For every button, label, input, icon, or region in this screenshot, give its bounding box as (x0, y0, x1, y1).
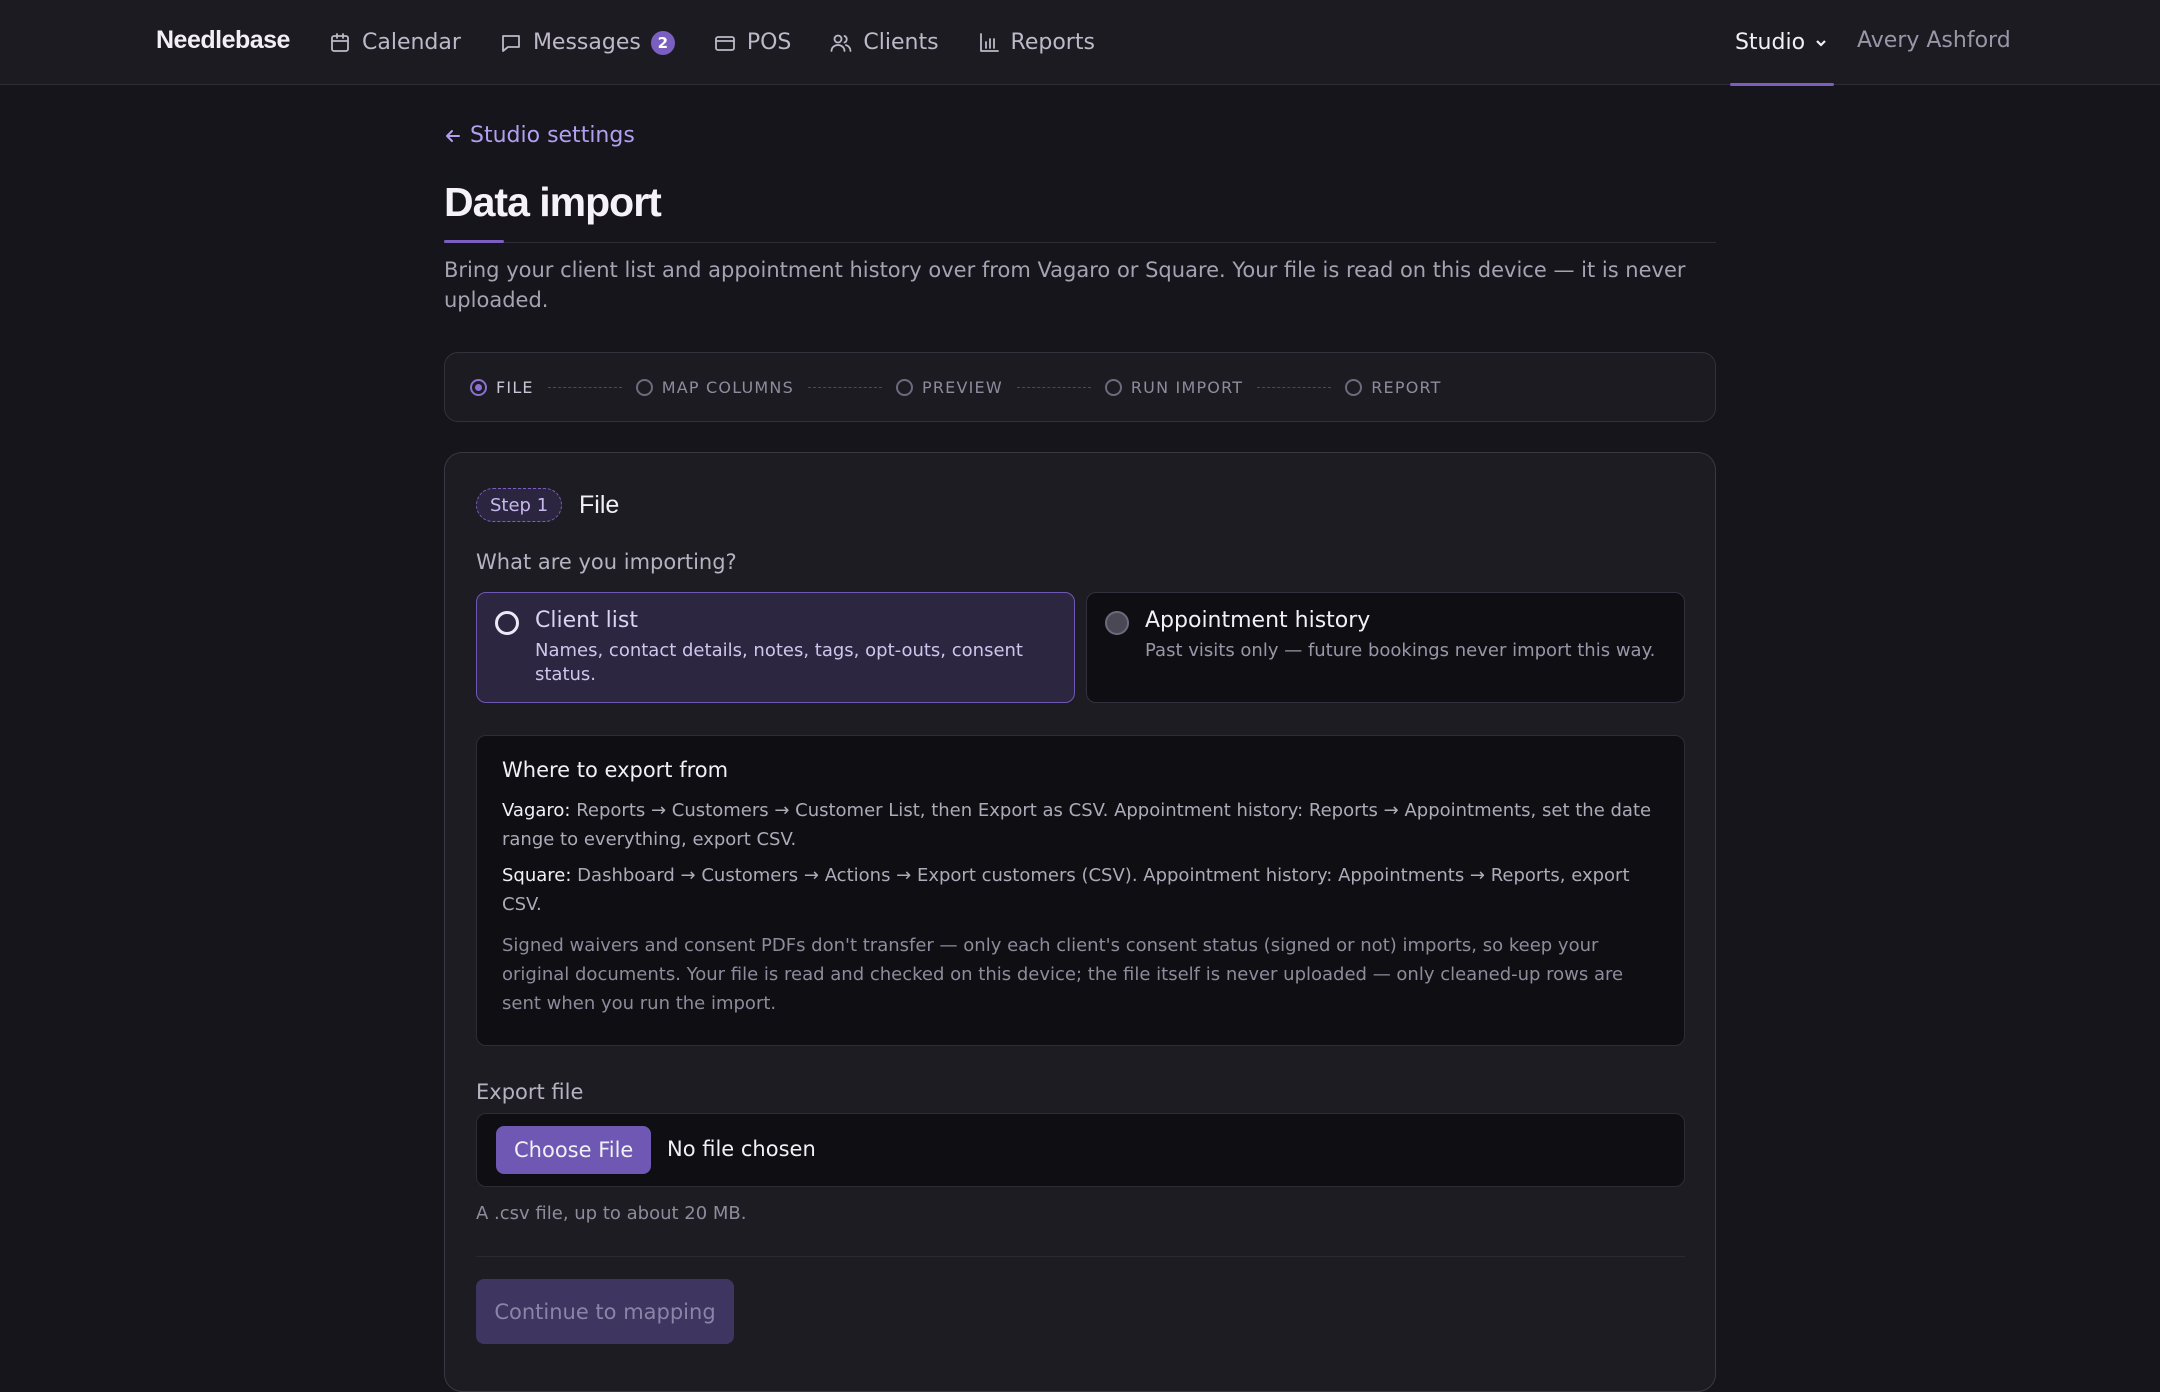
nav-pos[interactable]: POS (713, 23, 792, 63)
step-run-import: RUN IMPORT (1104, 377, 1244, 397)
option-client-list[interactable]: Client list Names, contact details, note… (476, 592, 1075, 703)
square-text: Dashboard → Customers → Actions → Export… (502, 865, 1630, 915)
nav-clients-label: Clients (863, 30, 939, 55)
nav-pos-label: POS (746, 30, 792, 55)
step-indicator (635, 378, 653, 396)
square-label: Square: (502, 865, 572, 886)
option-title: Appointment history (1145, 608, 1371, 633)
step-indicator (1104, 378, 1122, 396)
chevron-down-icon (1816, 39, 1826, 47)
nav-messages-label: Messages (532, 30, 641, 55)
studio-label: Studio (1734, 30, 1806, 55)
nav-reports[interactable]: Reports (977, 23, 1095, 63)
step-label: RUN IMPORT (1130, 377, 1244, 397)
step-separator (547, 386, 622, 388)
step-badge: Step 1 (476, 488, 563, 522)
radio-button[interactable] (495, 611, 519, 635)
nav-reports-label: Reports (1010, 30, 1095, 55)
page-description: Bring your client list and appointment h… (444, 258, 1686, 312)
nav-calendar-label: Calendar (362, 30, 461, 55)
studio-menu[interactable]: Studio (1730, 0, 1834, 86)
file-step-card: Step 1 File What are you importing? Clie… (444, 452, 1716, 1392)
step-report: REPORT (1345, 378, 1441, 397)
file-status: No file chosen (667, 1137, 816, 1161)
file-input[interactable]: Choose File No file chosen (476, 1113, 1685, 1187)
back-link-label: Studio settings (470, 123, 635, 148)
message-icon (502, 34, 520, 52)
step-label: MAP COLUMNS (661, 377, 794, 397)
title-divider (444, 242, 1716, 243)
import-type-question: What are you importing? (476, 550, 737, 574)
title-accent (444, 240, 504, 243)
users-icon (830, 34, 852, 52)
page-title: Data import (444, 179, 662, 225)
step-indicator (1345, 378, 1363, 396)
vagaro-instructions: Vagaro: Reports → Customers → Customer L… (502, 796, 1659, 854)
messages-count-badge: 2 (650, 30, 675, 55)
step-label: FILE (496, 377, 534, 397)
brand-logo[interactable]: Needlebase (156, 26, 290, 55)
step-label: REPORT (1371, 377, 1442, 397)
option-description: Past visits only — future bookings never… (1145, 640, 1656, 661)
nav-calendar[interactable]: Calendar (328, 23, 461, 63)
top-nav: Needlebase Calendar Messages 2 POS Clien… (0, 0, 2160, 86)
nav-clients[interactable]: Clients (829, 23, 939, 63)
vagaro-text: Reports → Customers → Customer List, the… (502, 800, 1652, 850)
option-description: Names, contact details, notes, tags, opt… (535, 640, 1023, 685)
user-name[interactable]: Avery Ashford (1857, 28, 2011, 53)
step-label: PREVIEW (921, 377, 1003, 397)
step-separator (1016, 386, 1091, 388)
import-stepper: FILE MAP COLUMNS PREVIEW RUN IMPORT REPO… (444, 352, 1716, 422)
step-separator (807, 386, 882, 388)
continue-button[interactable]: Continue to mapping (476, 1279, 734, 1344)
instructions-heading: Where to export from (502, 758, 729, 782)
radio-button[interactable] (1105, 611, 1129, 635)
main-nav: Calendar Messages 2 POS Clients Reports (328, 0, 1133, 85)
step-preview: PREVIEW (895, 377, 1003, 397)
step-indicator (470, 378, 487, 396)
step-indicator (895, 378, 913, 396)
export-instructions: Where to export from Vagaro: Reports → C… (476, 735, 1685, 1046)
arrow-left-icon (446, 129, 460, 142)
nav-messages[interactable]: Messages 2 (499, 23, 675, 63)
option-title: Client list (535, 608, 638, 633)
calendar-icon (331, 32, 349, 52)
option-appointment-history[interactable]: Appointment history Past visits only — f… (1086, 592, 1685, 703)
vagaro-label: Vagaro: (502, 800, 571, 821)
card-title: File (579, 491, 620, 519)
step-map-columns: MAP COLUMNS (635, 377, 794, 397)
step-file: FILE (470, 378, 534, 397)
back-link[interactable]: Studio settings (444, 123, 635, 148)
bar-chart-icon (979, 32, 999, 52)
file-hint: A .csv file, up to about 20 MB. (476, 1203, 747, 1224)
card-icon (714, 35, 735, 51)
choose-file-button[interactable]: Choose File (496, 1126, 652, 1174)
card-divider (476, 1256, 1685, 1257)
privacy-note: Signed waivers and consent PDFs don't tr… (502, 935, 1624, 1014)
step-separator (1257, 386, 1332, 388)
square-instructions: Square: Dashboard → Customers → Actions … (502, 861, 1659, 919)
export-file-label: Export file (476, 1080, 584, 1104)
